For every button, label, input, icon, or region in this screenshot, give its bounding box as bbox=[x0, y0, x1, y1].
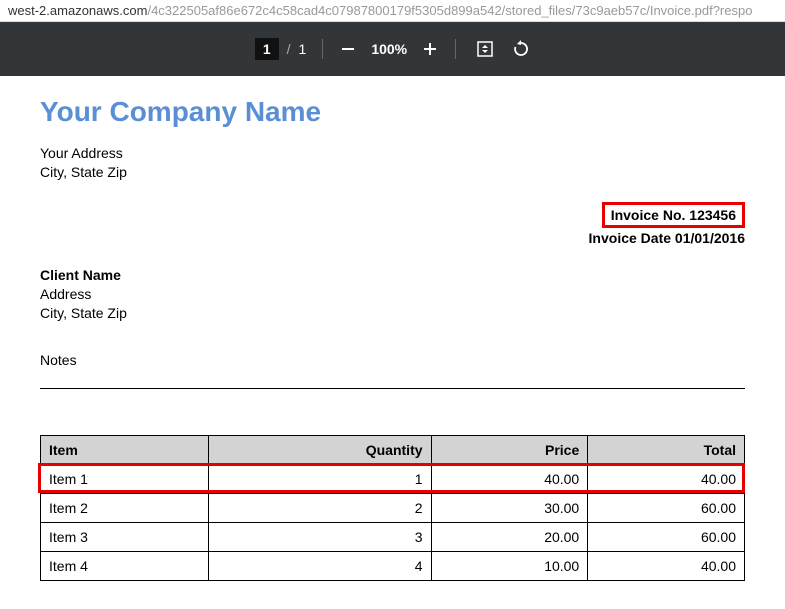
url-host: west-2.amazonaws.com bbox=[8, 3, 147, 18]
client-block: Client Name Address City, State Zip bbox=[40, 266, 745, 323]
invoice-meta: Invoice No. 123456 Invoice Date 01/01/20… bbox=[40, 202, 745, 246]
invoice-no: 123456 bbox=[689, 207, 736, 223]
plus-icon bbox=[422, 41, 438, 57]
col-item: Item bbox=[41, 436, 209, 465]
toolbar-divider bbox=[322, 39, 323, 59]
address-line: Your Address bbox=[40, 144, 745, 163]
url-path: /4c322505af86e672c4c58cad4c07987800179f5… bbox=[147, 3, 752, 18]
cell-total: 60.00 bbox=[588, 494, 745, 523]
section-divider bbox=[40, 388, 745, 389]
cell-total: 40.00 bbox=[588, 552, 745, 581]
table-row: Item 2230.0060.00 bbox=[41, 494, 745, 523]
company-name: Your Company Name bbox=[40, 96, 745, 128]
toolbar-divider bbox=[455, 39, 456, 59]
cell-item: Item 4 bbox=[41, 552, 209, 581]
cell-price: 30.00 bbox=[431, 494, 588, 523]
toolbar-actions bbox=[476, 40, 530, 58]
rotate-button[interactable] bbox=[512, 40, 530, 58]
page-separator: / bbox=[287, 41, 291, 57]
zoom-controls: 100% bbox=[339, 40, 439, 58]
invoice-date-line: Invoice Date 01/01/2016 bbox=[40, 230, 745, 246]
zoom-level: 100% bbox=[371, 41, 407, 57]
table-row: Item 1140.0040.00 bbox=[41, 465, 745, 494]
cell-item: Item 2 bbox=[41, 494, 209, 523]
url-bar: west-2.amazonaws.com/4c322505af86e672c4c… bbox=[0, 0, 785, 22]
col-price: Price bbox=[431, 436, 588, 465]
table-row: Item 4410.0040.00 bbox=[41, 552, 745, 581]
invoice-date-label: Invoice Date bbox=[589, 230, 675, 246]
page-indicator: 1 / 1 bbox=[255, 38, 306, 60]
invoice-number-box: Invoice No. 123456 bbox=[602, 202, 745, 228]
col-total: Total bbox=[588, 436, 745, 465]
items-table: Item Quantity Price Total Item 1140.0040… bbox=[40, 435, 745, 581]
cell-item: Item 3 bbox=[41, 523, 209, 552]
cell-price: 20.00 bbox=[431, 523, 588, 552]
client-address-line: Address bbox=[40, 285, 745, 304]
table-row: Item 3320.0060.00 bbox=[41, 523, 745, 552]
fit-page-icon bbox=[476, 40, 494, 58]
zoom-in-button[interactable] bbox=[421, 40, 439, 58]
invoice-no-label: Invoice No. bbox=[611, 207, 690, 223]
col-quantity: Quantity bbox=[209, 436, 431, 465]
cell-qty: 4 bbox=[209, 552, 431, 581]
cell-price: 40.00 bbox=[431, 465, 588, 494]
invoice-date: 01/01/2016 bbox=[675, 230, 745, 246]
company-address: Your Address City, State Zip bbox=[40, 144, 745, 182]
table-header-row: Item Quantity Price Total bbox=[41, 436, 745, 465]
pdf-toolbar: 1 / 1 100% bbox=[0, 22, 785, 76]
client-address-line: City, State Zip bbox=[40, 304, 745, 323]
rotate-icon bbox=[512, 40, 530, 58]
page-total: 1 bbox=[299, 41, 307, 57]
cell-qty: 3 bbox=[209, 523, 431, 552]
pdf-page: Your Company Name Your Address City, Sta… bbox=[0, 76, 785, 581]
cell-item: Item 1 bbox=[41, 465, 209, 494]
address-line: City, State Zip bbox=[40, 163, 745, 182]
notes-label: Notes bbox=[40, 352, 745, 368]
minus-icon bbox=[340, 41, 356, 57]
cell-price: 10.00 bbox=[431, 552, 588, 581]
cell-total: 40.00 bbox=[588, 465, 745, 494]
cell-total: 60.00 bbox=[588, 523, 745, 552]
items-table-wrap: Item Quantity Price Total Item 1140.0040… bbox=[40, 435, 745, 581]
zoom-out-button[interactable] bbox=[339, 40, 357, 58]
cell-qty: 2 bbox=[209, 494, 431, 523]
page-current[interactable]: 1 bbox=[255, 38, 279, 60]
fit-page-button[interactable] bbox=[476, 40, 494, 58]
cell-qty: 1 bbox=[209, 465, 431, 494]
client-name: Client Name bbox=[40, 266, 745, 285]
